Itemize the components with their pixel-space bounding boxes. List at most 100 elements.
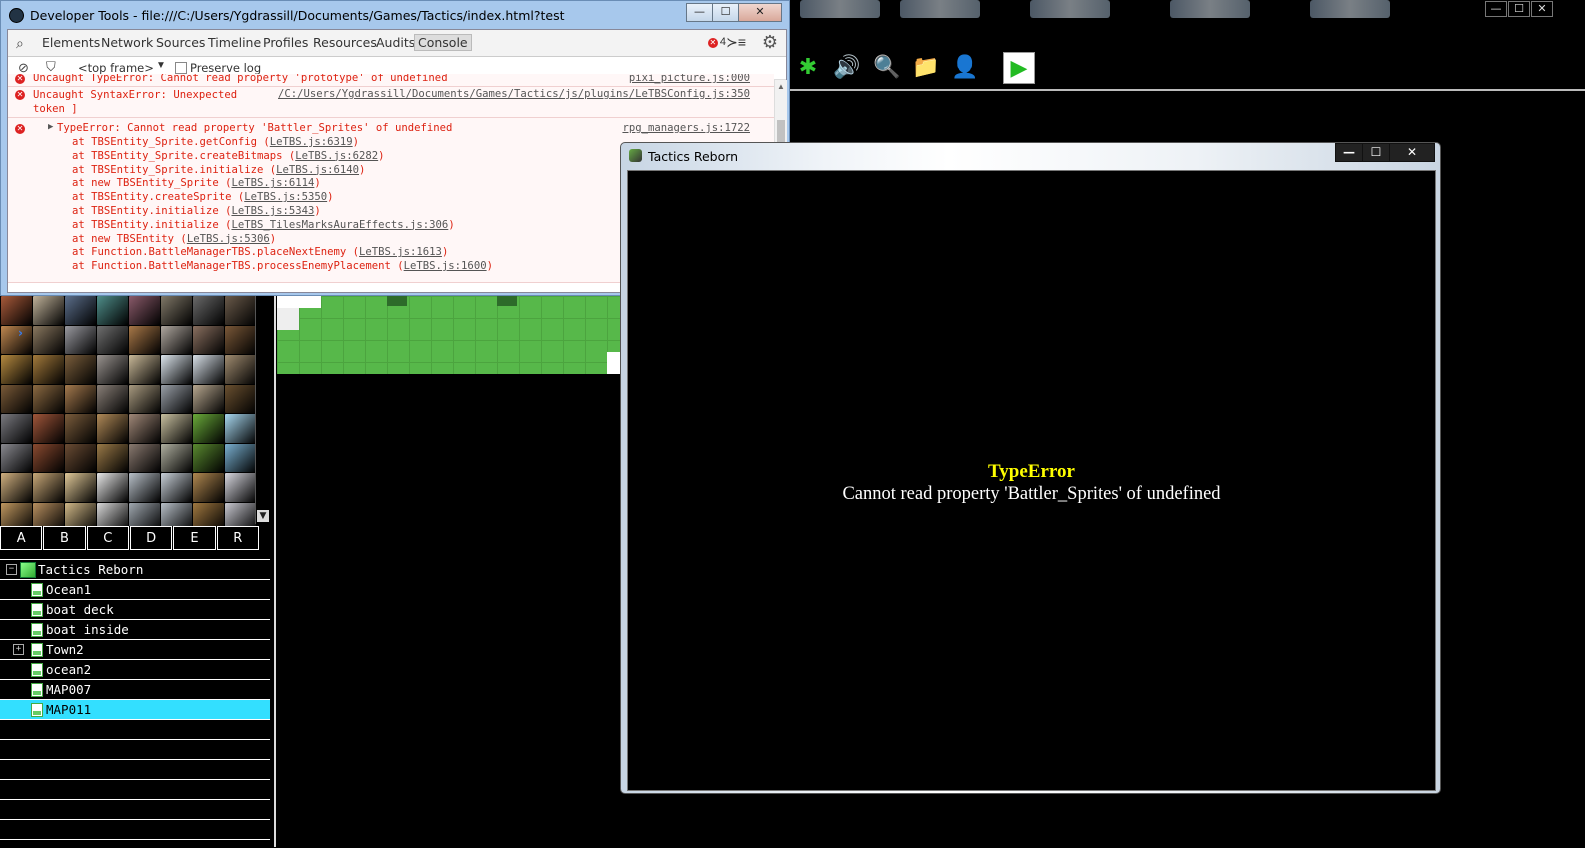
tile-swatch[interactable] <box>65 355 96 384</box>
tile-swatch[interactable] <box>65 384 96 413</box>
stack-location-link[interactable]: LeTBS.js:6140 <box>276 164 359 176</box>
tile-swatch[interactable] <box>129 473 160 502</box>
tile-swatch[interactable] <box>129 384 160 413</box>
tile-swatch[interactable] <box>97 384 128 413</box>
tile-swatch[interactable] <box>129 325 160 354</box>
map-tree-item-selected[interactable]: MAP011 <box>0 700 270 720</box>
map-event[interactable] <box>387 296 407 306</box>
tile-swatch[interactable] <box>193 443 224 472</box>
tile-swatch[interactable] <box>225 296 256 325</box>
tab-profiles[interactable]: Profiles <box>263 35 308 50</box>
tile-swatch[interactable] <box>161 473 192 502</box>
tile-swatch[interactable] <box>225 325 256 354</box>
stack-location-link[interactable]: LeTBS.js:5350 <box>244 191 327 203</box>
tile-swatch[interactable] <box>193 384 224 413</box>
console-prompt[interactable]: › <box>18 326 23 340</box>
log-source-link[interactable]: /C:/Users/Ygdrassill/Documents/Games/Tac… <box>278 88 750 100</box>
tile-swatch[interactable] <box>97 414 128 443</box>
stack-location-link[interactable]: LeTBS_TilesMarksAuraEffects.js:306 <box>231 219 448 231</box>
stack-location-link[interactable]: LeTBS.js:1613 <box>359 246 442 258</box>
stack-location-link[interactable]: LeTBS.js:5343 <box>231 205 314 217</box>
tile-swatch[interactable] <box>161 296 192 325</box>
stack-location-link[interactable]: LeTBS.js:6282 <box>295 150 378 162</box>
tile-swatch[interactable] <box>1 443 32 472</box>
tab-timeline[interactable]: Timeline <box>208 35 261 50</box>
editor-close-button[interactable]: ✕ <box>1531 1 1553 17</box>
tile-swatch[interactable] <box>161 414 192 443</box>
tileset-tab-a[interactable]: A <box>0 526 43 550</box>
tileset-tab-r[interactable]: R <box>216 526 259 550</box>
tile-swatch[interactable] <box>161 325 192 354</box>
map-tree-project[interactable]: − Tactics Reborn <box>0 560 270 580</box>
tile-swatch[interactable] <box>193 473 224 502</box>
tab-sources[interactable]: Sources <box>156 35 205 50</box>
tile-swatch[interactable] <box>97 325 128 354</box>
tile-swatch[interactable] <box>225 384 256 413</box>
tab-resources[interactable]: Resources <box>313 35 377 50</box>
map-tree-item[interactable]: + Town2 <box>0 640 270 660</box>
collapse-icon[interactable]: − <box>6 564 17 575</box>
tile-swatch[interactable] <box>225 414 256 443</box>
tab-network[interactable]: Network <box>101 35 153 50</box>
expand-triangle-icon[interactable]: ▶ <box>48 122 53 132</box>
scroll-down-icon[interactable]: ▼ <box>257 510 269 522</box>
tile-swatch[interactable] <box>129 443 160 472</box>
devtools-maximize-button[interactable]: ☐ <box>712 3 739 22</box>
tile-swatch[interactable] <box>129 414 160 443</box>
tile-swatch[interactable] <box>65 296 96 325</box>
editor-maximize-button[interactable]: ☐ <box>1508 1 1530 17</box>
tile-swatch[interactable] <box>1 473 32 502</box>
tab-audits[interactable]: Audits <box>376 35 415 50</box>
preserve-log-checkbox[interactable] <box>175 62 187 74</box>
stack-location-link[interactable]: LeTBS.js:5306 <box>187 233 270 245</box>
game-minimize-button[interactable]: — <box>1335 143 1363 162</box>
tile-grid[interactable] <box>1 296 256 531</box>
tile-swatch[interactable] <box>33 443 64 472</box>
map-tree-item[interactable]: boat inside <box>0 620 270 640</box>
devtools-title-bar[interactable]: Developer Tools - file:///C:/Users/Ygdra… <box>1 1 789 29</box>
sound-test-icon[interactable]: 🔊 <box>832 52 862 82</box>
tileset-tab-d[interactable]: D <box>129 526 173 550</box>
map-tree-item[interactable]: Ocean1 <box>0 580 270 600</box>
tile-swatch[interactable] <box>225 355 256 384</box>
resource-manager-icon[interactable]: 📁 <box>911 52 941 82</box>
frame-selector[interactable]: <top frame> <box>78 61 154 75</box>
editor-minimize-button[interactable]: — <box>1485 1 1507 17</box>
tile-swatch[interactable] <box>193 325 224 354</box>
tile-swatch[interactable] <box>1 355 32 384</box>
error-count-badge[interactable]: ✕ 4 <box>707 36 726 48</box>
tile-swatch[interactable] <box>129 355 160 384</box>
tile-swatch[interactable] <box>225 473 256 502</box>
tile-swatch[interactable] <box>193 296 224 325</box>
stack-location-link[interactable]: LeTBS.js:6319 <box>270 136 353 148</box>
tile-swatch[interactable] <box>193 355 224 384</box>
plugin-manager-icon[interactable]: ✱ <box>793 52 823 82</box>
tile-swatch[interactable] <box>97 296 128 325</box>
gear-icon[interactable]: ⚙ <box>762 32 778 53</box>
game-maximize-button[interactable]: ☐ <box>1362 143 1390 162</box>
stack-location-link[interactable]: LeTBS.js:6114 <box>231 177 314 189</box>
tile-swatch[interactable] <box>65 414 96 443</box>
tile-swatch[interactable] <box>161 355 192 384</box>
tile-swatch[interactable] <box>129 296 160 325</box>
devtools-minimize-button[interactable]: — <box>686 3 713 22</box>
inspect-search-icon[interactable]: ⌕ <box>16 35 24 52</box>
tile-swatch[interactable] <box>65 443 96 472</box>
map-tree-item[interactable]: MAP007 <box>0 680 270 700</box>
expand-icon[interactable]: + <box>13 644 24 655</box>
map-tree-item[interactable]: ocean2 <box>0 660 270 680</box>
tab-console[interactable]: Console <box>414 34 472 51</box>
scroll-up-icon[interactable]: ▲ <box>777 82 785 91</box>
tab-elements[interactable]: Elements <box>42 35 100 50</box>
chevron-down-icon[interactable]: ▼ <box>156 60 166 71</box>
tile-swatch[interactable] <box>33 296 64 325</box>
character-generator-icon[interactable]: 👤 <box>950 52 980 82</box>
game-close-button[interactable]: ✕ <box>1389 143 1435 162</box>
tile-swatch[interactable] <box>65 473 96 502</box>
tile-swatch[interactable] <box>97 473 128 502</box>
tile-swatch[interactable] <box>1 325 32 354</box>
tile-swatch[interactable] <box>33 355 64 384</box>
game-screen[interactable]: TypeError Cannot read property 'Battler_… <box>627 170 1436 791</box>
log-source-link[interactable]: pixi_picture.js:000 <box>629 74 750 84</box>
game-title-bar[interactable]: Tactics Reborn — ☐ ✕ <box>621 143 1440 169</box>
